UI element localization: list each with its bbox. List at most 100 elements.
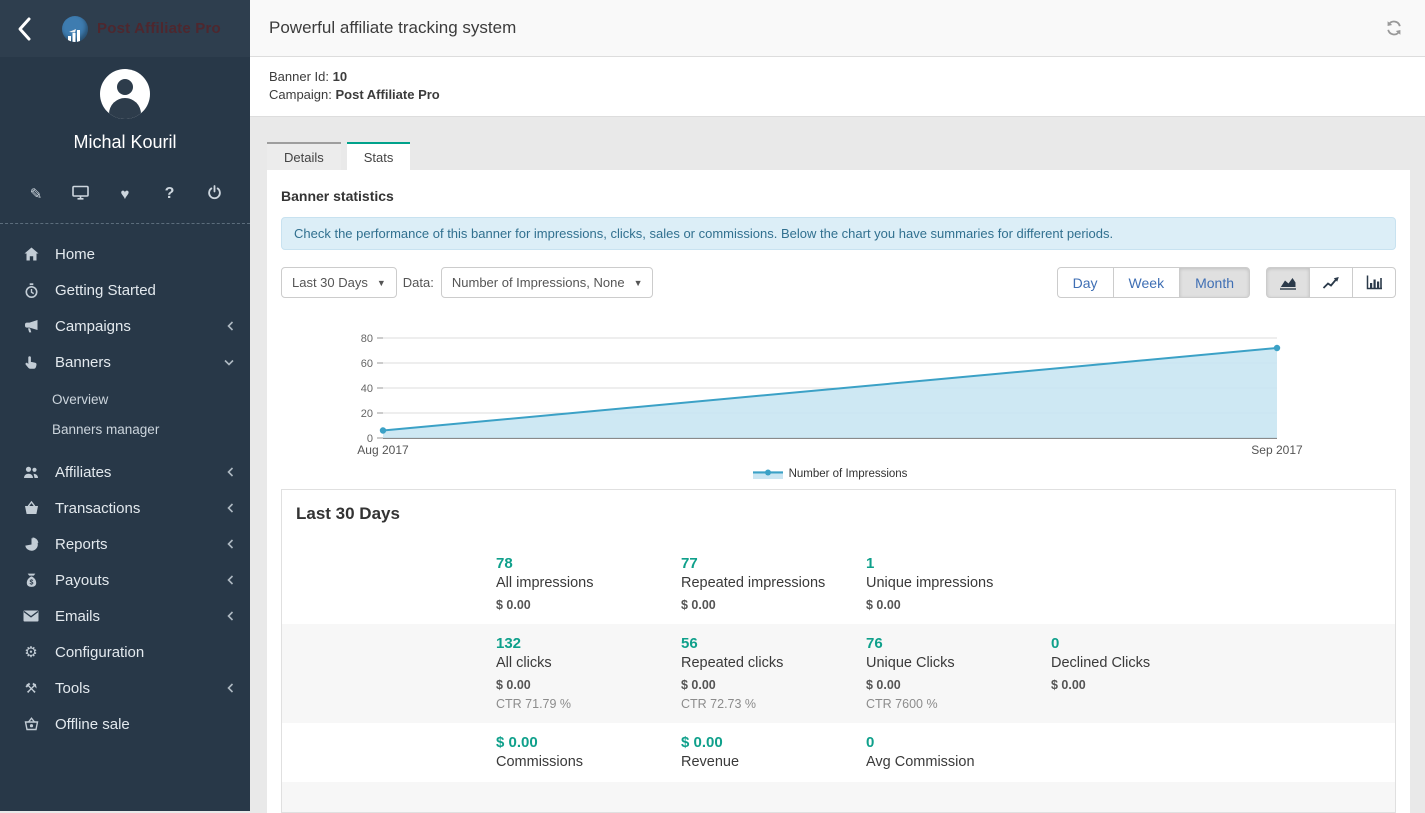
period-day-button[interactable]: Day [1057, 267, 1114, 298]
sidebar-item-payouts[interactable]: $ Payouts [0, 562, 250, 598]
svg-text:40: 40 [361, 383, 373, 395]
main-area: Powerful affiliate tracking system Banne… [250, 0, 1425, 811]
avatar[interactable] [100, 69, 150, 119]
area-chart-icon [1279, 276, 1297, 290]
offline-sale-icon [22, 717, 40, 731]
bar-chart-icon [1365, 275, 1383, 290]
clicks-row: 132 All clicks $ 0.00 CTR 71.79 % 56 Rep… [282, 624, 1395, 723]
sidebar-item-offline-sale[interactable]: Offline sale [0, 706, 250, 742]
sidebar-item-transactions[interactable]: Transactions [0, 490, 250, 526]
chart-legend: Number of Impressions [383, 466, 1277, 481]
stat-unique-clicks: 76 Unique Clicks $ 0.00 CTR 7600 % [866, 635, 1051, 711]
user-name: Michal Kouril [0, 132, 250, 153]
summary-heading: Last 30 Days [282, 504, 1395, 524]
users-icon [22, 465, 40, 479]
chart-type-button-group [1266, 267, 1396, 298]
sidebar-divider [0, 223, 250, 224]
app-logo[interactable]: Post Affiliate Pro [62, 16, 221, 42]
power-icon[interactable] [204, 185, 224, 204]
svg-text:80: 80 [361, 333, 373, 345]
next-row-partial [282, 782, 1395, 812]
banner-meta: Banner Id: 10 Campaign: Post Affiliate P… [250, 57, 1425, 117]
chevron-left-icon [227, 683, 234, 693]
period-week-button[interactable]: Week [1113, 267, 1181, 298]
svg-text:Sep 2017: Sep 2017 [1251, 443, 1303, 457]
chevron-left-icon [227, 611, 234, 621]
stat-avg-commission: 0 Avg Commission [866, 734, 1051, 770]
stat-repeated-clicks: 56 Repeated clicks $ 0.00 CTR 72.73 % [681, 635, 866, 711]
info-message: Check the performance of this banner for… [281, 217, 1396, 250]
sidebar-top-bar: Post Affiliate Pro [0, 0, 250, 57]
tab-bar: Details Stats [267, 142, 1410, 170]
banners-submenu: Overview Banners manager [0, 380, 250, 454]
sidebar-item-getting-started[interactable]: Getting Started [0, 272, 250, 308]
bar-chart-type-button[interactable] [1352, 267, 1396, 298]
filter-row: Last 30 Days ▼ Data: Number of Impressio… [281, 267, 1396, 298]
data-label: Data: [403, 275, 434, 290]
chevron-left-icon [227, 503, 234, 513]
hand-pointer-icon [22, 355, 40, 370]
area-chart[interactable]: 020406080Aug 2017Sep 2017 [281, 328, 1396, 460]
chevron-left-icon [227, 467, 234, 477]
logo-icon [62, 16, 88, 42]
pie-chart-icon [22, 537, 40, 552]
home-icon [22, 247, 40, 261]
stat-commissions: $ 0.00 Commissions [496, 734, 681, 770]
stat-unique-impressions: 1 Unique impressions $ 0.00 [866, 555, 1051, 612]
period-month-button[interactable]: Month [1179, 267, 1250, 298]
sidebar-item-campaigns[interactable]: Campaigns [0, 308, 250, 344]
refresh-button[interactable] [1385, 19, 1403, 37]
user-profile: Michal Kouril [0, 57, 250, 153]
line-chart-icon [1322, 276, 1340, 290]
caret-down-icon: ▼ [634, 278, 643, 288]
campaign-line: Campaign: Post Affiliate Pro [269, 86, 1425, 104]
sidebar-item-banners[interactable]: Banners [0, 344, 250, 380]
quick-actions: ✎ ♥ ? [0, 183, 250, 205]
gear-icon: ⚙ [22, 643, 40, 661]
chevron-left-icon [14, 14, 34, 44]
campaign-value: Post Affiliate Pro [335, 87, 439, 102]
sidebar: Post Affiliate Pro Michal Kouril ✎ ♥ ? H… [0, 0, 250, 811]
logo-text: Post Affiliate Pro [97, 20, 221, 37]
area-chart-type-button[interactable] [1266, 267, 1310, 298]
data-series-select[interactable]: Number of Impressions, None ▼ [441, 267, 654, 298]
stopwatch-icon [22, 283, 40, 298]
edit-profile-icon[interactable]: ✎ [26, 185, 46, 203]
date-range-select[interactable]: Last 30 Days ▼ [281, 267, 397, 298]
sidebar-item-reports[interactable]: Reports [0, 526, 250, 562]
money-bag-icon: $ [22, 573, 40, 588]
svg-text:Aug 2017: Aug 2017 [357, 443, 409, 457]
chevron-down-icon [224, 359, 234, 366]
line-chart-type-button[interactable] [1309, 267, 1353, 298]
sidebar-item-configuration[interactable]: ⚙ Configuration [0, 634, 250, 670]
sidebar-item-affiliates[interactable]: Affiliates [0, 454, 250, 490]
summary-panel: Last 30 Days 78 All impressions $ 0.00 7… [281, 489, 1396, 813]
stats-tab-panel: Banner statistics Check the performance … [267, 170, 1410, 813]
sidebar-subitem-overview[interactable]: Overview [0, 384, 250, 414]
help-icon[interactable]: ? [160, 185, 180, 203]
tab-stats[interactable]: Stats [347, 142, 411, 170]
sidebar-item-home[interactable]: Home [0, 236, 250, 272]
impressions-chart: 020406080Aug 2017Sep 2017 Number of Impr… [281, 328, 1396, 481]
basket-icon [22, 501, 40, 515]
stat-declined-clicks: 0 Declined Clicks $ 0.00 [1051, 635, 1381, 711]
page-title: Powerful affiliate tracking system [269, 18, 516, 38]
legend-label: Number of Impressions [789, 468, 908, 480]
stat-repeated-impressions: 77 Repeated impressions $ 0.00 [681, 555, 866, 612]
banner-id-line: Banner Id: 10 [269, 68, 1425, 86]
caret-down-icon: ▼ [377, 278, 386, 288]
collapse-sidebar-button[interactable] [14, 13, 44, 45]
chevron-left-icon [227, 321, 234, 331]
refresh-icon [1385, 19, 1403, 37]
chevron-left-icon [227, 575, 234, 585]
tab-details[interactable]: Details [267, 142, 341, 170]
monitor-icon[interactable] [71, 185, 91, 204]
svg-text:$: $ [29, 579, 33, 586]
sidebar-item-tools[interactable]: ⚒ Tools [0, 670, 250, 706]
envelope-icon [22, 610, 40, 622]
section-heading: Banner statistics [281, 188, 1396, 204]
svg-text:60: 60 [361, 358, 373, 370]
heartbeat-icon[interactable]: ♥ [115, 186, 135, 203]
sidebar-subitem-banners-manager[interactable]: Banners manager [0, 414, 250, 444]
sidebar-item-emails[interactable]: Emails [0, 598, 250, 634]
